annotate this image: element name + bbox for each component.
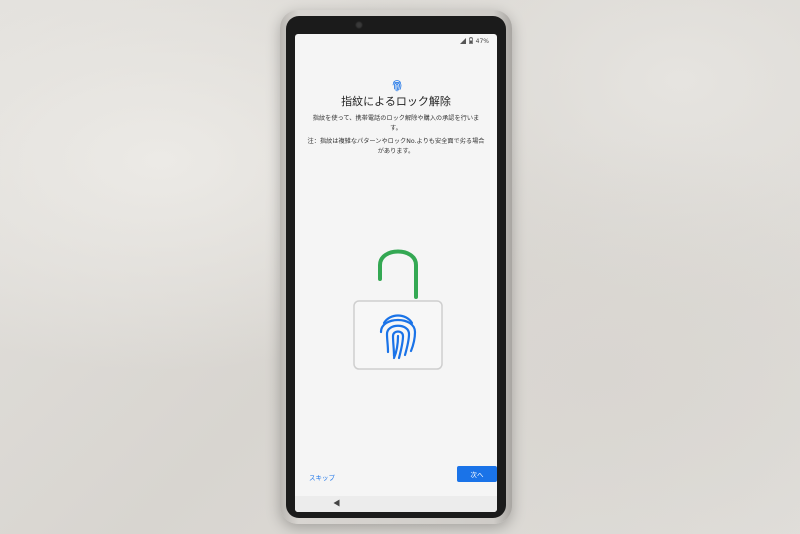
skip-button[interactable]: スキップ (309, 472, 335, 482)
signal-icon (459, 37, 466, 46)
phone-device: 47% 指紋によるロック解除 指紋を使って、携帯電話のロック解除や購入の承認を行… (280, 10, 512, 524)
security-note: 注：指紋は複雑なパターンやロックNo.よりも安全面で劣る場合があります。 (307, 138, 485, 155)
back-triangle-icon[interactable] (333, 499, 340, 509)
navigation-bar (295, 496, 497, 512)
battery-icon (468, 37, 473, 46)
description-text: 指紋を使って、携帯電話のロック解除や購入の承認を行います。 注：指紋は複雑なパタ… (307, 114, 485, 156)
description-line: 指紋を使って、携帯電話のロック解除や購入の承認を行います。 (312, 115, 480, 132)
battery-percent: 47% (475, 38, 489, 45)
front-camera (355, 21, 363, 29)
phone-bezel: 47% 指紋によるロック解除 指紋を使って、携帯電話のロック解除や購入の承認を行… (286, 16, 506, 518)
device-screen: 47% 指紋によるロック解除 指紋を使って、携帯電話のロック解除や購入の承認を行… (295, 34, 497, 512)
next-button[interactable]: 次へ (457, 466, 497, 482)
page-title: 指紋によるロック解除 (341, 95, 451, 108)
status-bar: 47% (459, 37, 489, 46)
fingerprint-icon (391, 77, 403, 92)
unlocked-padlock-icon (348, 239, 448, 374)
